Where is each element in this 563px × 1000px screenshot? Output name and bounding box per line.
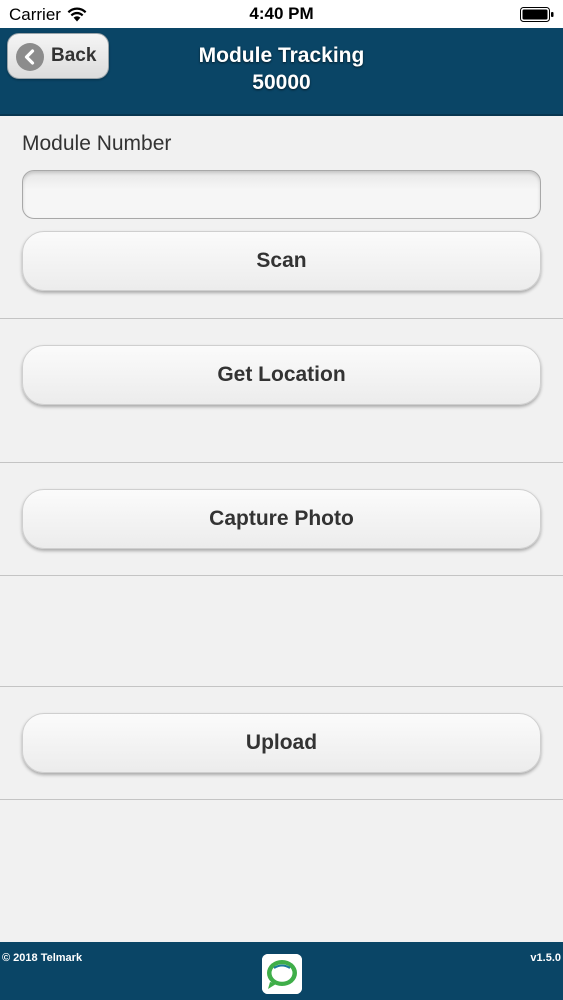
back-label: Back (51, 45, 97, 66)
section-divider (0, 799, 563, 800)
telmark-logo-icon (262, 954, 302, 994)
battery-icon (520, 7, 554, 22)
section-divider (0, 686, 563, 687)
capture-photo-button[interactable]: Capture Photo (22, 489, 541, 549)
nav-header: Back Module Tracking 50000 (0, 28, 563, 116)
back-circle (16, 43, 44, 71)
module-tracking-screen: Carrier 4:40 PM Back Module Tracking 500… (0, 0, 563, 1000)
page-title-line1: Module Tracking (198, 44, 365, 67)
telmark-logo-graphic (262, 954, 302, 994)
page-title-line2: 50000 (252, 71, 311, 94)
module-number-input[interactable] (22, 170, 541, 219)
copyright-text: © 2018 Telmark (2, 952, 83, 964)
get-location-button[interactable]: Get Location (22, 345, 541, 405)
version-text: v1.5.0 (530, 952, 561, 964)
scan-button[interactable]: Scan (22, 231, 541, 291)
chevron-left-icon (24, 49, 35, 65)
footer-bar: © 2018 Telmark v1.5.0 (0, 942, 563, 1000)
section-divider (0, 318, 563, 319)
section-divider (0, 575, 563, 576)
upload-button[interactable]: Upload (22, 713, 541, 773)
status-time: 4:40 PM (249, 4, 314, 23)
back-button[interactable]: Back (7, 33, 109, 79)
page-title: Module Tracking 50000 (140, 42, 423, 96)
module-number-label: Module Number (22, 132, 172, 155)
status-bar: Carrier 4:40 PM (0, 0, 563, 28)
section-divider (0, 462, 563, 463)
